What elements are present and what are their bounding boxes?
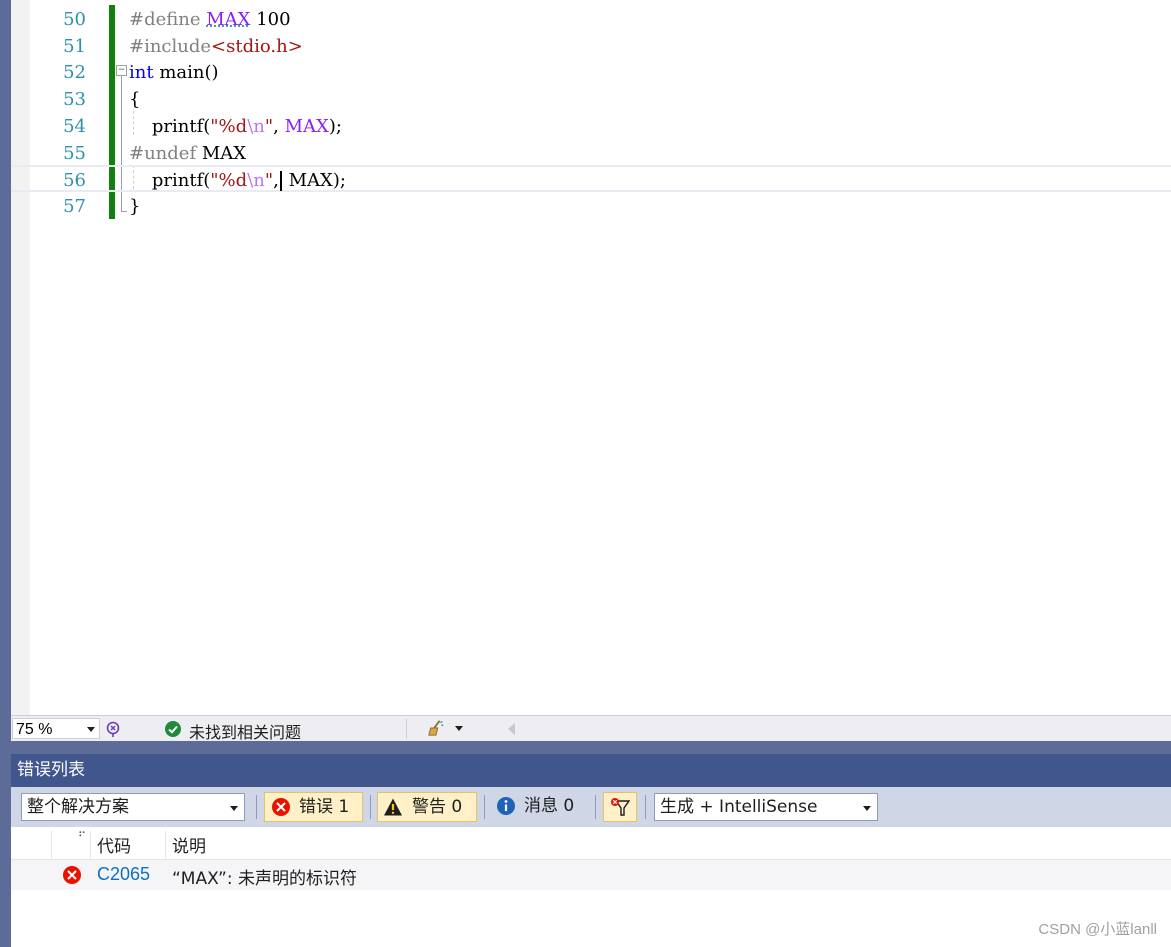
code-text: { (129, 86, 140, 113)
code-token: { (129, 89, 141, 110)
code-line[interactable]: 54 printf("%d\n", MAX); (11, 113, 1171, 140)
code-editor[interactable]: − 50 #define MAX 100 51 #include<stdio.h> 52… (11, 0, 1171, 715)
text-caret (279, 171, 282, 191)
code-token: main() (153, 62, 219, 83)
line-number: 55 (63, 143, 86, 164)
zoom-value: 75 % (16, 721, 53, 738)
line-number: 52 (63, 62, 86, 83)
code-token: " (264, 170, 274, 191)
code-token: printf( (129, 116, 211, 137)
line-number: 57 (63, 196, 86, 217)
code-line[interactable]: 50 #define MAX 100 (11, 6, 1171, 33)
code-token: 100 (250, 9, 291, 30)
code-line[interactable]: 51 #include<stdio.h> (11, 33, 1171, 60)
error-code-link[interactable]: C2065 (97, 864, 150, 885)
column-header-description[interactable]: 说明 (172, 832, 206, 857)
code-text: printf("%d\n", MAX); (129, 167, 346, 194)
code-token: int (129, 62, 154, 83)
error-list-header: ⠋ 代码 说明 (11, 827, 1171, 860)
error-row[interactable]: C2065 “MAX”: 未声明的标识符 (11, 860, 1171, 890)
line-number: 53 (63, 89, 86, 110)
info-icon (497, 797, 515, 815)
code-text: #include<stdio.h> (129, 33, 303, 60)
chevron-down-icon (230, 806, 238, 811)
code-token: , (273, 116, 285, 137)
filter-error-icon (611, 798, 630, 816)
window-left-border (0, 0, 11, 947)
code-token: } (129, 196, 141, 217)
scope-value: 整个解决方案 (27, 797, 129, 817)
line-number: 51 (63, 36, 86, 57)
line-number: 56 (63, 170, 86, 191)
issues-status-text[interactable]: 未找到相关问题 (189, 719, 301, 743)
warning-icon (384, 798, 402, 816)
messages-filter-label: 消息 0 (524, 796, 575, 816)
code-line[interactable]: 55 #undef MAX (11, 140, 1171, 167)
source-dropdown[interactable]: 生成 + IntelliSense (654, 793, 878, 821)
chevron-down-icon (863, 806, 871, 811)
error-icon (272, 798, 290, 816)
code-token: " (264, 116, 274, 137)
column-divider (51, 831, 52, 859)
cleanup-dropdown-arrow-icon[interactable] (455, 726, 463, 731)
zoom-dropdown[interactable]: 75 % (12, 718, 100, 739)
code-token: <stdio.h> (211, 36, 303, 57)
chevron-down-icon (87, 727, 95, 732)
code-token: #define (129, 9, 207, 30)
code-token: #include (129, 36, 212, 57)
code-token: \n (247, 116, 265, 137)
warnings-filter-label: 警告 0 (412, 797, 463, 817)
error-description: “MAX”: 未声明的标识符 (172, 869, 357, 889)
code-line[interactable]: 57} (11, 193, 1171, 220)
column-options-icon[interactable]: ⠋ (78, 830, 86, 843)
code-line[interactable]: 53 { (11, 86, 1171, 113)
check-circle-icon (165, 721, 181, 737)
toolbar-separator (645, 795, 646, 819)
scope-dropdown[interactable]: 整个解决方案 (21, 793, 245, 821)
code-token: MAX (284, 116, 329, 137)
code-token: \n (247, 170, 265, 191)
editor-status-bar: 75 % 未找到相关问题 (11, 715, 1171, 742)
column-divider (90, 831, 91, 859)
code-token: "%d (210, 116, 248, 137)
code-token: printf( (129, 170, 211, 191)
warnings-filter-button[interactable]: 警告 0 (377, 792, 477, 822)
toolbar-separator (256, 795, 257, 819)
filter-toggle-button[interactable] (603, 792, 637, 822)
error-list-title: 错误列表 (11, 754, 1171, 787)
code-text: int main() (129, 59, 219, 86)
source-value: 生成 + IntelliSense (660, 797, 818, 817)
watermark: CSDN @小蓝lanll (1038, 921, 1157, 938)
error-list-toolbar: 整个解决方案 错误 1 警告 0 消息 0 生成 + IntelliSense (11, 787, 1171, 827)
code-token: MAX); (282, 170, 346, 191)
scroll-left-icon[interactable] (508, 723, 515, 735)
line-number: 54 (63, 116, 86, 137)
panel-splitter[interactable] (11, 741, 1171, 754)
toolbar-separator (484, 795, 485, 819)
code-cleanup-broom-icon[interactable] (427, 719, 445, 737)
code-text: printf("%d\n", MAX); (129, 113, 342, 140)
status-separator (406, 719, 407, 739)
code-token: MAX (206, 9, 251, 30)
toolbar-separator (370, 795, 371, 819)
code-line[interactable]: 56 printf("%d\n", MAX); (11, 165, 1171, 192)
errors-filter-button[interactable]: 错误 1 (264, 792, 363, 822)
code-text: } (129, 193, 140, 220)
error-icon (63, 866, 81, 884)
code-text: #undef MAX (129, 140, 246, 167)
code-text: #define MAX 100 (129, 6, 291, 33)
column-divider (165, 831, 166, 859)
code-token: #undef (129, 143, 202, 164)
code-token: ); (328, 116, 342, 137)
code-token: , (273, 170, 279, 191)
messages-filter-button[interactable]: 消息 0 (493, 792, 593, 822)
code-line[interactable]: 52 int main() (11, 59, 1171, 86)
toolbar-separator (595, 795, 596, 819)
code-token: MAX (201, 143, 247, 164)
line-number: 50 (63, 9, 86, 30)
column-header-code[interactable]: 代码 (97, 832, 131, 857)
errors-filter-label: 错误 1 (299, 797, 350, 817)
intellicode-icon[interactable] (105, 720, 123, 738)
code-token: "%d (210, 170, 248, 191)
